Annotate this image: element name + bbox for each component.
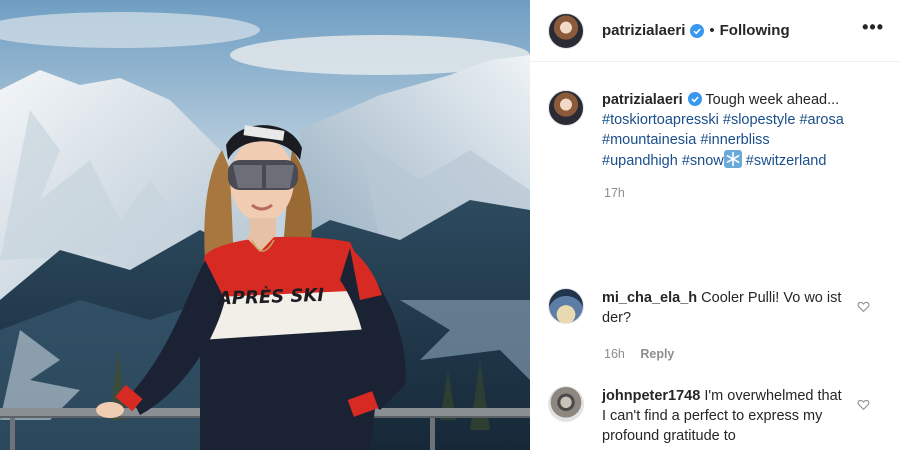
like-comment-heart-icon[interactable] bbox=[857, 398, 870, 411]
verified-badge-icon bbox=[690, 23, 705, 38]
hashtag-link[interactable]: #snow bbox=[682, 153, 724, 169]
post-detail-panel: patrizialaeri • Following ••• patriziala… bbox=[530, 0, 900, 450]
post-photo[interactable]: APRÈS SKI bbox=[0, 0, 530, 450]
commenter-avatar[interactable] bbox=[548, 288, 584, 324]
comment-timestamp: 16h bbox=[604, 347, 625, 361]
following-button[interactable]: Following bbox=[720, 22, 790, 39]
comment-item: johnpeter1748 I'm overwhelmed that I can… bbox=[548, 386, 842, 446]
post-caption: patrizialaeri Tough week ahead... #toski… bbox=[548, 90, 892, 171]
author-avatar[interactable] bbox=[548, 12, 584, 49]
commenter-username[interactable]: johnpeter1748 bbox=[602, 388, 700, 404]
mountain-scene-image: APRÈS SKI bbox=[0, 0, 530, 450]
caption-text-block: patrizialaeri Tough week ahead... #toski… bbox=[602, 90, 892, 171]
commenter-username[interactable]: mi_cha_ela_h bbox=[602, 290, 697, 306]
comment-body: johnpeter1748 I'm overwhelmed that I can… bbox=[602, 386, 842, 446]
reply-button[interactable]: Reply bbox=[640, 347, 674, 361]
commenter-avatar[interactable] bbox=[548, 386, 584, 422]
like-comment-heart-icon[interactable] bbox=[857, 300, 870, 313]
hashtag-link[interactable]: #switzerland bbox=[746, 153, 827, 169]
post-timestamp: 17h bbox=[604, 186, 625, 200]
comment-body: mi_cha_ela_h Cooler Pulli! Vo wo ist der… bbox=[602, 288, 842, 328]
hashtag-link[interactable]: #slopestyle bbox=[723, 112, 796, 128]
author-username[interactable]: patrizialaeri bbox=[602, 22, 685, 39]
separator-dot: • bbox=[709, 22, 715, 39]
hashtag-link[interactable]: #arosa bbox=[799, 112, 843, 128]
comment-item: mi_cha_ela_h Cooler Pulli! Vo wo ist der… bbox=[548, 288, 842, 328]
hashtag-link[interactable]: #innerbliss bbox=[700, 132, 769, 148]
comment-meta: 16h Reply bbox=[604, 347, 674, 361]
caption-author-avatar[interactable] bbox=[548, 90, 584, 126]
caption-username[interactable]: patrizialaeri bbox=[602, 92, 683, 108]
snowflake-icon bbox=[723, 150, 742, 168]
sweater-text: APRÈS SKI bbox=[216, 284, 325, 310]
caption-text: Tough week ahead... bbox=[705, 92, 840, 108]
hashtag-link[interactable]: #toskiortoapresski bbox=[602, 112, 719, 128]
verified-badge-icon bbox=[687, 92, 702, 106]
more-options-icon[interactable]: ••• bbox=[862, 17, 884, 38]
post-header: patrizialaeri • Following ••• bbox=[530, 0, 900, 62]
hashtag-link[interactable]: #mountainesia bbox=[602, 132, 696, 148]
hashtag-link[interactable]: #upandhigh bbox=[602, 153, 678, 169]
